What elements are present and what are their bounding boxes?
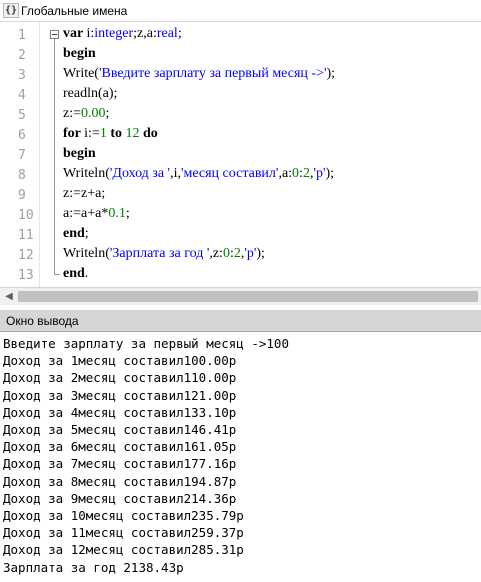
code-line[interactable]: z:=0.00; [63,106,109,126]
code-token: ,i, [170,166,181,181]
code-line[interactable]: var i:integer;z,a:real; [63,26,182,46]
code-token: ,z: [209,246,223,261]
output-line: Доход за 1месяц составил100.00р [3,353,237,369]
code-token: i:= [84,126,100,141]
code-token: end [63,226,85,241]
line-number: 8 [18,168,26,183]
code-line[interactable]: Write('Введите зарплату за первый месяц … [63,66,335,86]
line-number: 6 [18,128,26,143]
code-token: var [63,26,87,41]
line-number: 2 [18,48,26,63]
line-number: 3 [18,68,26,83]
code-token: 'Доход за ' [109,166,171,181]
code-token: 'Зарплата за год ' [109,246,210,261]
code-token: z:=z+a; [63,186,106,201]
output-line: Доход за 2месяц составил110.00р [3,370,237,386]
code-token: for [63,126,85,141]
line-number-gutter: 1 2 3 4 5 6 7 8 9 10 11 12 13 [0,22,40,287]
output-line: Доход за 11месяц составил259.37р [3,525,244,541]
code-token: ; [125,206,130,221]
output-line: Доход за 10месяц составил235.79р [3,508,244,523]
code-token: end [63,266,85,281]
line-number: 11 [18,228,34,243]
collapse-minus-icon[interactable] [50,30,59,39]
code-editor[interactable]: 1 2 3 4 5 6 7 8 9 10 11 12 13 var i:integer;z,a:real… [0,22,481,287]
window-titlebar: {} Глобальные имена [0,0,481,22]
code-token: begin [63,46,96,61]
code-token: 'месяц составил' [180,166,279,181]
fold-line [54,39,55,275]
output-window[interactable]: Введите зарплату за первый месяц ->100 До… [0,334,481,582]
code-line[interactable]: begin [63,46,96,66]
code-token: . [84,266,89,281]
code-line[interactable]: readln(a); [63,86,117,106]
code-token: 0.1 [108,206,126,221]
code-token: a:=a+a* [63,206,109,221]
code-token: 'р' [313,166,326,181]
code-token: 0 [222,246,230,261]
output-line: Доход за 8месяц составил194.87р [3,473,237,489]
code-token: 1 [99,126,107,141]
code-line[interactable]: for i:=1 to 12 do [63,126,158,146]
code-token: ; [84,226,89,241]
output-line: Доход за 5месяц составил146.41р [3,422,237,437]
horizontal-scrollbar[interactable]: ◀ [0,287,481,305]
code-token: 0.00 [81,106,106,121]
code-token: begin [63,146,96,161]
output-line: Доход за 3месяц составил121.00р [3,387,237,403]
output-panel-title: Окно вывода [6,314,79,328]
output-line: Доход за 6месяц составил161.05р [3,439,237,455]
code-token: ; [177,26,182,41]
output-panel-header: Окно вывода [0,310,481,332]
output-line: Доход за 12месяц составил285.31р [3,542,244,558]
code-line[interactable]: begin [63,146,96,166]
scroll-left-icon[interactable]: ◀ [2,290,16,304]
code-line[interactable]: a:=a+a*0.1; [63,206,130,226]
line-number: 5 [18,108,26,123]
output-line: Доход за 4месяц составил133.10р [3,404,237,420]
line-number: 1 [18,28,26,43]
code-token: Writeln( [63,246,110,261]
code-token: 12 [125,126,140,141]
code-line[interactable]: end; [63,226,89,246]
code-token: 2 [302,166,310,181]
output-line: Доход за 7месяц составил177.16р [3,456,237,472]
code-token: 2 [233,246,241,261]
code-line[interactable]: Writeln('Доход за ',i,'месяц составил',a… [63,166,334,186]
code-token: Write( [63,66,99,81]
code-token: to [110,126,122,141]
code-line[interactable]: end. [63,266,88,286]
code-token: ; [105,106,110,121]
code-token: Writeln( [63,166,110,181]
line-number: 10 [18,208,34,223]
fold-marker[interactable] [50,30,60,278]
output-line: Введите зарплату за первый месяц ->100 [3,336,289,351]
window-title: Глобальные имена [21,4,128,18]
output-line: Зарплата за год 2138.43р [3,559,184,575]
code-token: integer [94,26,134,41]
line-number: 12 [18,248,34,263]
code-token: real [156,26,178,41]
code-token: z:= [63,106,81,121]
scrollbar-thumb[interactable] [18,291,478,302]
braces-icon: {} [3,3,19,18]
code-line[interactable]: z:=z+a; [63,186,105,206]
line-number: 9 [18,188,26,203]
code-token: ); [256,246,265,261]
line-number: 13 [18,268,34,283]
code-line[interactable]: Writeln('Зарплата за год ',z:0:2,'р'); [63,246,265,266]
code-token: do [142,126,158,141]
code-token: ;z,a: [133,26,157,41]
code-token: 0 [292,166,300,181]
fold-line-end [54,274,60,275]
code-token: 'р' [244,246,257,261]
code-token: 'Введите зарплату за первый месяц ->' [98,66,327,81]
line-number: 7 [18,148,26,163]
code-token: readln(a); [63,86,118,101]
line-number: 4 [18,88,26,103]
code-token: ,a: [278,166,293,181]
code-token: ); [325,166,335,181]
output-line: Доход за 9месяц составил214.36р [3,490,237,506]
code-token: ); [326,66,336,81]
